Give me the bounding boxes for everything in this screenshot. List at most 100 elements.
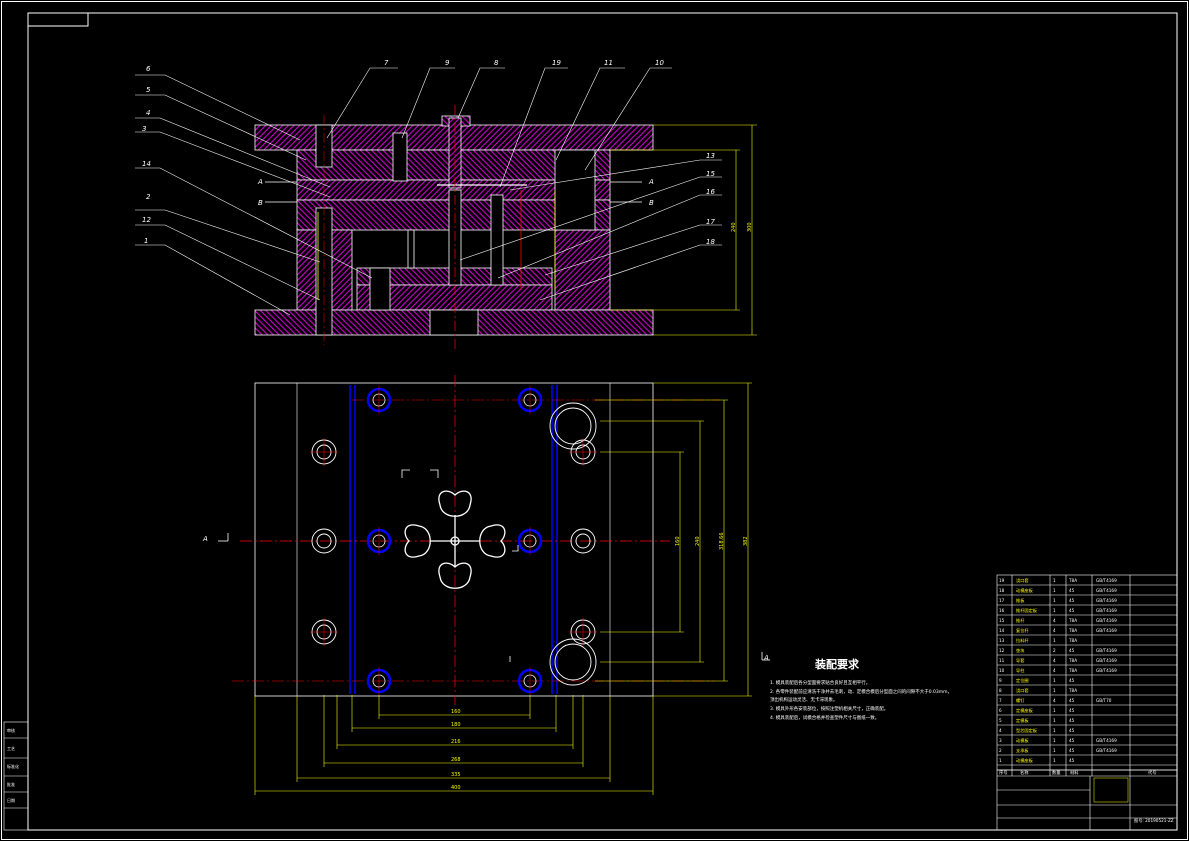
bom-header-no: 序号 xyxy=(999,769,1007,776)
part-label-12: 12 xyxy=(142,216,151,224)
view-mark-a-right: A xyxy=(763,654,769,662)
bom-cell-mat: 45 xyxy=(1069,598,1075,603)
side-cell-1: 审核 xyxy=(7,727,15,733)
bom-cell-mat: T8A xyxy=(1068,578,1077,583)
bom-cell-mat: 45 xyxy=(1069,588,1075,593)
bom-cell-std: GB/T4169 xyxy=(1096,598,1117,603)
bom-cell-mat: 45 xyxy=(1069,678,1075,683)
pin-c xyxy=(407,229,415,269)
bom-cell-std: GB/T4169 xyxy=(1096,648,1117,653)
part-label-18: 18 xyxy=(706,238,715,246)
dim-300: 300 xyxy=(747,222,753,232)
mold-assembly-drawing: A B A B 240 300 6 5 4 3 14 2 12 1 7 9 8 … xyxy=(1,1,1188,840)
dim-318-vertical: 318.66 xyxy=(719,533,725,551)
bom-cell-name: 推杆固定板 xyxy=(1016,607,1038,614)
bom-cell-qty: 1 xyxy=(1053,758,1056,763)
bom-cell-name: 导柱 xyxy=(1016,667,1025,674)
dim-400-horizontal: 400 xyxy=(451,785,461,791)
locating-pin xyxy=(392,132,408,182)
return-pin xyxy=(369,267,391,311)
technical-requirements: 装配要求 1. 模具装配后各分型面要求贴合良好且互相平行。 2. 各零件装配前应… xyxy=(770,657,952,721)
bom-cell-mat: T8A xyxy=(1068,688,1077,693)
dim-160-horizontal: 160 xyxy=(451,709,461,715)
drawing-number: 图号: 20190521-ZZ xyxy=(1134,818,1174,824)
part-label-19: 19 xyxy=(552,59,561,67)
dim-160-vertical: 160 xyxy=(675,536,681,546)
part-label-9: 9 xyxy=(445,59,450,67)
bom-cell-std: GB/T4169 xyxy=(1096,738,1117,743)
bom-cell-no: 10 xyxy=(999,668,1005,673)
bom-cell-name: 定模板 xyxy=(1016,717,1029,724)
bom-cell-mat: 45 xyxy=(1069,648,1075,653)
bom-cell-qty: 4 xyxy=(1053,658,1056,663)
part-label-7: 7 xyxy=(384,59,389,67)
part-label-6: 6 xyxy=(146,65,151,73)
notes-title: 装配要求 xyxy=(814,657,860,671)
dim-216-horizontal: 216 xyxy=(451,739,461,745)
bom-cell-no: 9 xyxy=(999,678,1002,683)
bom-cell-std: GB/T4169 xyxy=(1096,668,1117,673)
bom-cell-name: 定位圈 xyxy=(1016,677,1029,684)
dim-382-vertical: 382 xyxy=(743,536,749,546)
bom-cell-no: 6 xyxy=(999,708,1002,713)
bom-cell-qty: 1 xyxy=(1053,588,1056,593)
bom-cell-name: 螺钉 xyxy=(1016,697,1025,704)
bom-cell-std: GB/T4169 xyxy=(1096,588,1117,593)
section-view: A B A B 240 300 xyxy=(254,105,757,350)
bom-cell-qty: 1 xyxy=(1053,638,1056,643)
bom-cell-no: 11 xyxy=(999,658,1005,663)
dim-268-horizontal: 268 xyxy=(451,757,461,763)
bom-cell-qty: 1 xyxy=(1053,728,1056,733)
dim-180-horizontal: 180 xyxy=(451,722,461,728)
bom-cell-name: 浇口套 xyxy=(1016,577,1029,584)
part-label-4: 4 xyxy=(146,109,150,117)
bom-cell-name: 浇口套 xyxy=(1016,687,1029,694)
bom-cell-name: 复位杆 xyxy=(1016,627,1029,634)
bom-cell-qty: 1 xyxy=(1053,688,1056,693)
part-label-10: 10 xyxy=(655,59,664,67)
note-line-5: 4. 模具装配后，试模合格并检查塑件尺寸与图纸一致。 xyxy=(770,714,879,721)
section-mark-b-left: B xyxy=(258,199,263,207)
side-table: 审核 工艺 标准化 批准 日期 xyxy=(3,721,29,831)
part-label-16: 16 xyxy=(706,188,715,196)
bom-cell-mat: 45 xyxy=(1069,698,1075,703)
bom-cell-mat: 45 xyxy=(1069,718,1075,723)
dim-240-vertical: 240 xyxy=(695,536,701,546)
bom-cell-no: 8 xyxy=(999,688,1002,693)
bom-cell-mat: 45 xyxy=(1069,748,1075,753)
bom-cell-no: 4 xyxy=(999,728,1002,733)
bom-cell-name: 导套 xyxy=(1016,657,1025,664)
bom-cell-name: 支承板 xyxy=(1016,747,1029,754)
section-mark-b-right: B xyxy=(649,199,654,207)
dim-335-horizontal: 335 xyxy=(451,772,461,778)
bom-cell-name: 定模座板 xyxy=(1016,707,1034,714)
bom-cell-qty: 1 xyxy=(1053,608,1056,613)
bom-cell-mat: T8A xyxy=(1068,658,1077,663)
bom-cell-std: GB/T4169 xyxy=(1096,658,1117,663)
note-line-1: 1. 模具装配后各分型面要求贴合良好且互相平行。 xyxy=(770,679,870,686)
bom-cell-name: 动模板 xyxy=(1016,737,1029,744)
bom-header-name: 名称 xyxy=(1020,769,1028,776)
dim-240: 240 xyxy=(731,222,737,232)
bom-cell-mat: 45 xyxy=(1069,708,1075,713)
bom-cell-no: 1 xyxy=(999,758,1002,763)
bom-cell-qty: 1 xyxy=(1053,718,1056,723)
bom-cell-qty: 4 xyxy=(1053,618,1056,623)
bom-cell-name: 拉料杆 xyxy=(1016,637,1029,644)
guide-bush-right xyxy=(554,149,596,231)
bom-cell-no: 2 xyxy=(999,748,1002,753)
part-label-13: 13 xyxy=(706,152,715,160)
bom-cell-mat: 45 xyxy=(1069,608,1075,613)
bom-cell-no: 17 xyxy=(999,598,1005,603)
side-cell-3: 标准化 xyxy=(7,763,19,769)
bom-header-std: 代号 xyxy=(1148,769,1156,776)
bom-cell-no: 16 xyxy=(999,608,1005,613)
bom-cell-no: 12 xyxy=(999,648,1005,653)
bom-cell-mat: 45 xyxy=(1069,758,1075,763)
bom-cell-qty: 2 xyxy=(1053,648,1056,653)
bom-cell-no: 5 xyxy=(999,718,1002,723)
bom-cell-qty: 1 xyxy=(1053,598,1056,603)
bom-cell-no: 3 xyxy=(999,738,1002,743)
part-label-5: 5 xyxy=(146,86,151,94)
bom-cell-mat: T8A xyxy=(1068,638,1077,643)
